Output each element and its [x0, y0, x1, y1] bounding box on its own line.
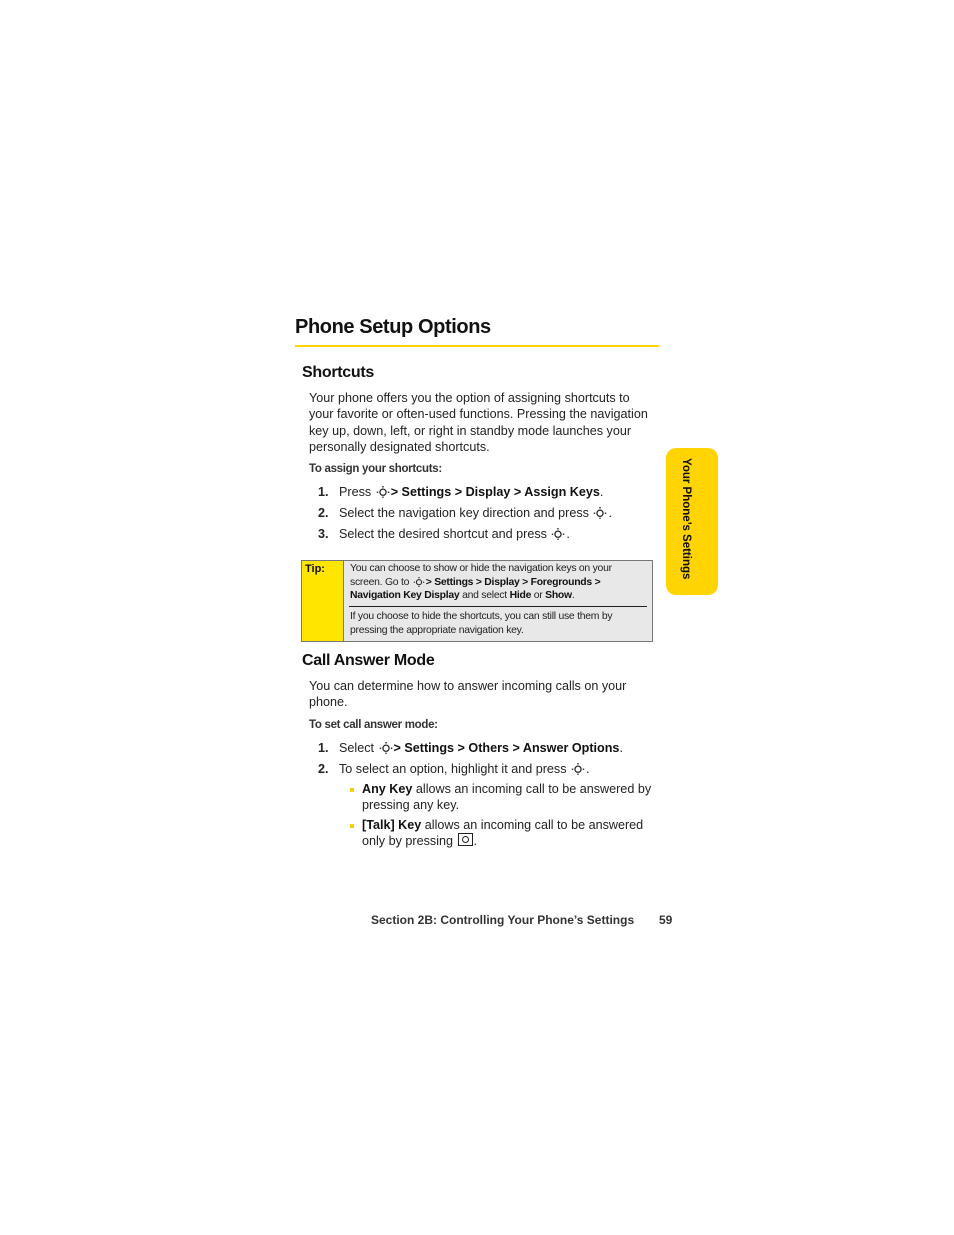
nav-key-icon: [378, 742, 393, 754]
tip-divider: [349, 606, 647, 607]
intro-line: phone.: [309, 695, 348, 710]
option-talk-key: [Talk] Key allows an incoming call to be…: [362, 817, 643, 850]
option-any-key: Any Key allows an incoming call to be an…: [362, 781, 651, 814]
intro-line: key up, down, left, or right in standby …: [309, 423, 632, 438]
menu-item: Navigation Key Display: [350, 590, 460, 602]
step-text: Select the desired shortcut and press: [339, 527, 547, 541]
step-text: Select the navigation key direction and …: [339, 506, 589, 520]
nav-key-icon: [593, 507, 608, 519]
section-side-tab: Your Phone’s Settings: [666, 448, 718, 595]
step-number: 2.: [318, 506, 329, 520]
tip-line: pressing the appropriate navigation key.: [350, 624, 524, 636]
option-show: Show: [545, 590, 572, 602]
call-answer-intro: You can determine how to answer incoming…: [309, 678, 626, 711]
step-number: 1.: [318, 741, 329, 755]
nav-key-icon: [571, 763, 585, 775]
punctuation: .: [566, 527, 570, 541]
step-number: 3.: [318, 527, 329, 541]
option-line: Any Key allows an incoming call to be an…: [362, 781, 651, 797]
tip-box: Tip: You can choose to show or hide the …: [301, 560, 653, 642]
nav-key-icon: [551, 528, 566, 540]
option-text: allows an incoming call to be answered: [424, 818, 644, 832]
shortcuts-heading: Shortcuts: [302, 364, 374, 381]
shortcuts-intro: Your phone offers you the option of assi…: [309, 390, 648, 456]
option-name: [Talk] Key: [362, 818, 422, 832]
intro-line: You can determine how to answer incoming…: [309, 679, 627, 693]
step-text: To select an option, highlight it and pr…: [339, 762, 567, 776]
menu-path: > Settings > Display > Foregrounds >: [425, 576, 601, 588]
side-tab-label: Your Phone’s Settings: [680, 458, 692, 580]
call-answer-heading: Call Answer Mode: [302, 652, 435, 669]
page-number: 59: [659, 913, 673, 927]
step-number: 2.: [318, 762, 329, 776]
call-answer-procedure-label: To set call answer mode:: [309, 719, 438, 731]
page-title: Phone Setup Options: [295, 316, 491, 338]
tip-line: You can choose to show or hide the navig…: [350, 563, 612, 574]
menu-path: > Settings > Display > Assign Keys: [390, 485, 600, 499]
tip-label: Tip:: [305, 563, 325, 575]
tip-text: or: [533, 590, 543, 602]
punctuation: .: [608, 506, 612, 520]
talk-key-icon: [457, 833, 473, 847]
nav-key-icon: [375, 486, 390, 498]
bullet-icon: [350, 788, 354, 792]
option-line: only by pressing .: [362, 833, 643, 849]
tip-paragraph-1: You can choose to show or hide the navig…: [350, 562, 612, 603]
title-rule: [295, 345, 659, 347]
option-name: Any Key: [362, 782, 413, 796]
menu-path: > Settings > Others > Answer Options: [393, 741, 620, 755]
punctuation: .: [571, 590, 575, 602]
step-text: Select: [339, 741, 375, 755]
punctuation: .: [599, 485, 604, 499]
nav-key-icon: [413, 576, 425, 587]
option-text: allows an incoming call to be answered b…: [415, 782, 652, 796]
intro-line: your favorite or often-used functions. P…: [309, 407, 648, 422]
tip-label-cell: Tip:: [302, 561, 344, 641]
tip-line: Navigation Key Display and select Hide o…: [350, 589, 612, 603]
tip-paragraph-2: If you choose to hide the shortcuts, you…: [350, 610, 613, 637]
option-line: [Talk] Key allows an incoming call to be…: [362, 817, 643, 833]
tip-text: and select: [462, 590, 507, 602]
tip-line: If you choose to hide the shortcuts, you…: [350, 611, 613, 622]
punctuation: .: [619, 741, 623, 755]
punctuation: .: [586, 762, 590, 776]
step-number: 1.: [318, 485, 329, 499]
intro-line: personally designated shortcuts.: [309, 440, 490, 455]
option-line: pressing any key.: [362, 798, 460, 813]
option-hide: Hide: [509, 590, 532, 602]
tip-line: screen. Go to > Settings > Display > For…: [350, 576, 612, 590]
punctuation: .: [473, 834, 478, 849]
option-text: only by pressing: [362, 834, 454, 849]
shortcuts-procedure-label: To assign your shortcuts:: [309, 463, 442, 475]
tip-text: screen. Go to: [350, 576, 410, 588]
bullet-icon: [350, 824, 354, 828]
intro-line: Your phone offers you the option of assi…: [309, 391, 630, 405]
footer-section-title: Section 2B: Controlling Your Phone’s Set…: [371, 913, 635, 927]
step-text: Press: [339, 485, 372, 499]
